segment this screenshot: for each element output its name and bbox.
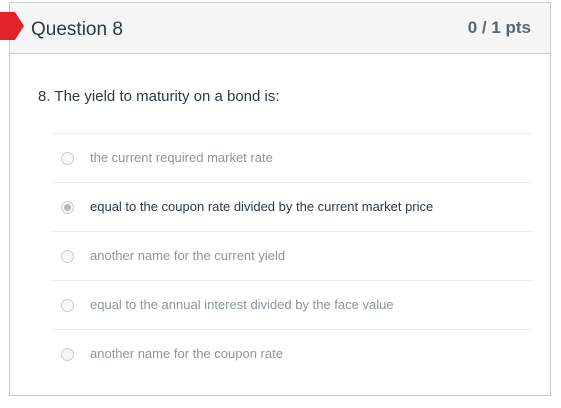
answer-label: equal to the annual interest divided by … bbox=[90, 297, 394, 312]
points-score: 0 / 1 pts bbox=[467, 18, 531, 37]
radio-button-selected[interactable] bbox=[61, 200, 74, 214]
answer-label: equal to the coupon rate divided by the … bbox=[90, 199, 434, 214]
question-header: Question 8 0 / 1 pts bbox=[10, 3, 550, 54]
question-title: Question 8 bbox=[31, 19, 123, 40]
radio-button[interactable] bbox=[61, 298, 74, 312]
radio-button[interactable] bbox=[61, 347, 74, 361]
answer-label: another name for the current yield bbox=[90, 248, 286, 263]
question-card: Question 8 0 / 1 pts 8. The yield to mat… bbox=[9, 2, 551, 396]
answer-option[interactable]: the current required market rate bbox=[51, 134, 533, 183]
radio-button[interactable] bbox=[61, 151, 74, 165]
answer-label: another name for the coupon rate bbox=[90, 346, 283, 361]
quiz-page: Question 8 0 / 1 pts 8. The yield to mat… bbox=[0, 0, 561, 408]
radio-button[interactable] bbox=[61, 249, 74, 263]
answer-option[interactable]: another name for the current yield bbox=[51, 232, 533, 281]
answer-list: the current required market rate equal t… bbox=[51, 133, 533, 378]
answer-label: the current required market rate bbox=[90, 150, 273, 165]
incorrect-flag-icon bbox=[0, 12, 24, 40]
answer-option[interactable]: equal to the annual interest divided by … bbox=[51, 281, 533, 330]
answer-option[interactable]: another name for the coupon rate bbox=[51, 330, 533, 378]
question-text: 8. The yield to maturity on a bond is: bbox=[38, 88, 280, 105]
answer-option[interactable]: equal to the coupon rate divided by the … bbox=[51, 183, 533, 232]
